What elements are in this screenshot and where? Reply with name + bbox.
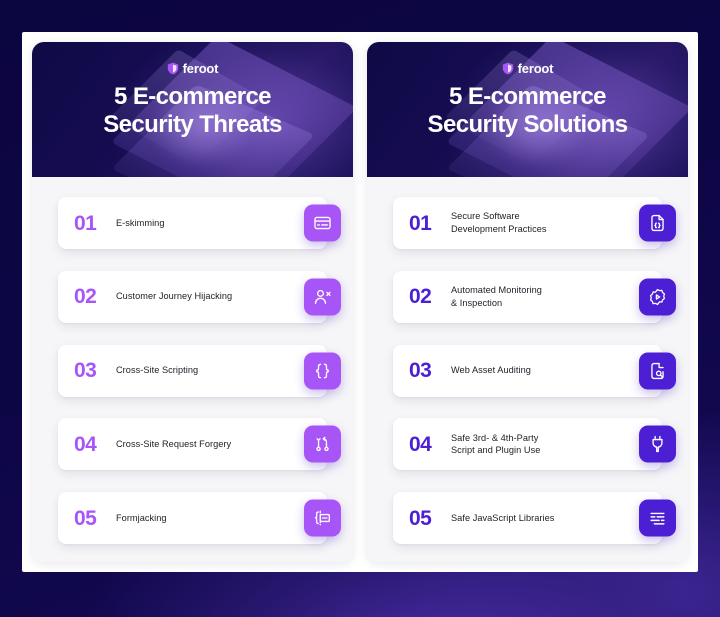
list-item[interactable]: 04 Safe 3rd- & 4th-Party Script and Plugi…: [393, 418, 676, 471]
item-number: 01: [74, 211, 97, 235]
card-header-threats: feroot 5 E-commerce Security Threats: [32, 42, 353, 177]
item-label: Customer Journey Hijacking: [116, 291, 233, 302]
list-item[interactable]: 04 Cross-Site Request Forgery: [58, 418, 341, 471]
file-code-icon[interactable]: [639, 204, 676, 242]
item-label: Automated Monitoring & Inspection: [451, 285, 542, 308]
card-title-line-2: Security Solutions: [427, 111, 629, 139]
card-security-threats: feroot 5 E-commerce Security Threats 01 …: [32, 42, 353, 562]
item-label: Cross-Site Scripting: [116, 365, 199, 376]
logo-text: feroot: [182, 61, 219, 76]
item-label: Safe JavaScript Libraries: [451, 512, 555, 523]
item-number: 01: [409, 211, 432, 235]
form-input-icon[interactable]: [304, 499, 341, 537]
list-item[interactable]: 03 Web Asset Auditing: [393, 344, 676, 397]
item-number: 03: [409, 359, 432, 382]
list-item[interactable]: 01 E-skimming: [58, 197, 341, 249]
shield-icon: [167, 62, 179, 75]
item-number: 04: [409, 432, 432, 456]
file-search-icon[interactable]: [639, 352, 676, 389]
logo-text: feroot: [517, 61, 554, 76]
solutions-list: 01 Secure Software Development Practices …: [367, 177, 688, 562]
plug-icon[interactable]: [639, 425, 676, 463]
item-number: 02: [74, 285, 97, 309]
item-label: Cross-Site Request Forgery: [116, 438, 232, 449]
item-label: Safe 3rd- & 4th-Party Script and Plugin U…: [451, 432, 541, 456]
item-label: Web Asset Auditing: [451, 365, 531, 376]
threats-list: 01 E-skimming 02 Customer Journey Hijack…: [32, 177, 353, 562]
list-item[interactable]: 05 Safe JavaScript Libraries: [393, 492, 676, 544]
infographic-panel: feroot 5 E-commerce Security Threats 01 …: [22, 32, 698, 572]
list-item[interactable]: 05 Formjacking: [58, 492, 341, 544]
list-item[interactable]: 02 Automated Monitoring & Inspection: [393, 270, 676, 323]
card-security-solutions: feroot 5 E-commerce Security Solutions 0…: [367, 42, 688, 562]
item-number: 04: [74, 432, 97, 456]
item-number: 02: [409, 285, 432, 309]
gear-play-icon[interactable]: [639, 278, 676, 316]
feroot-logo: feroot: [502, 62, 554, 75]
list-item[interactable]: 02 Customer Journey Hijacking: [58, 270, 341, 323]
item-number: 03: [74, 359, 97, 382]
card-title-line-1: 5 E-commerce: [114, 83, 271, 110]
card-title-line-1: 5 E-commerce: [449, 83, 606, 110]
credit-card-icon[interactable]: [304, 204, 341, 242]
user-x-icon[interactable]: [304, 278, 341, 316]
card-title: 5 E-commerce Security Solutions: [367, 83, 688, 139]
card-title-line-2: Security Threats: [103, 111, 282, 139]
list-item[interactable]: 01 Secure Software Development Practices: [393, 197, 676, 249]
card-title: 5 E-commerce Security Threats: [32, 83, 353, 139]
card-header-solutions: feroot 5 E-commerce Security Solutions: [367, 42, 688, 177]
code-lines-icon[interactable]: [639, 499, 676, 537]
feroot-logo: feroot: [167, 62, 219, 75]
list-item[interactable]: 03 Cross-Site Scripting: [58, 344, 341, 397]
curly-braces-icon[interactable]: [304, 352, 341, 389]
item-number: 05: [74, 506, 97, 530]
item-number: 05: [409, 506, 432, 530]
item-label: Secure Software Development Practices: [451, 211, 547, 234]
item-label: Formjacking: [116, 512, 167, 523]
shield-icon: [502, 62, 514, 75]
git-branch-icon[interactable]: [304, 425, 341, 463]
item-label: E-skimming: [116, 217, 165, 228]
